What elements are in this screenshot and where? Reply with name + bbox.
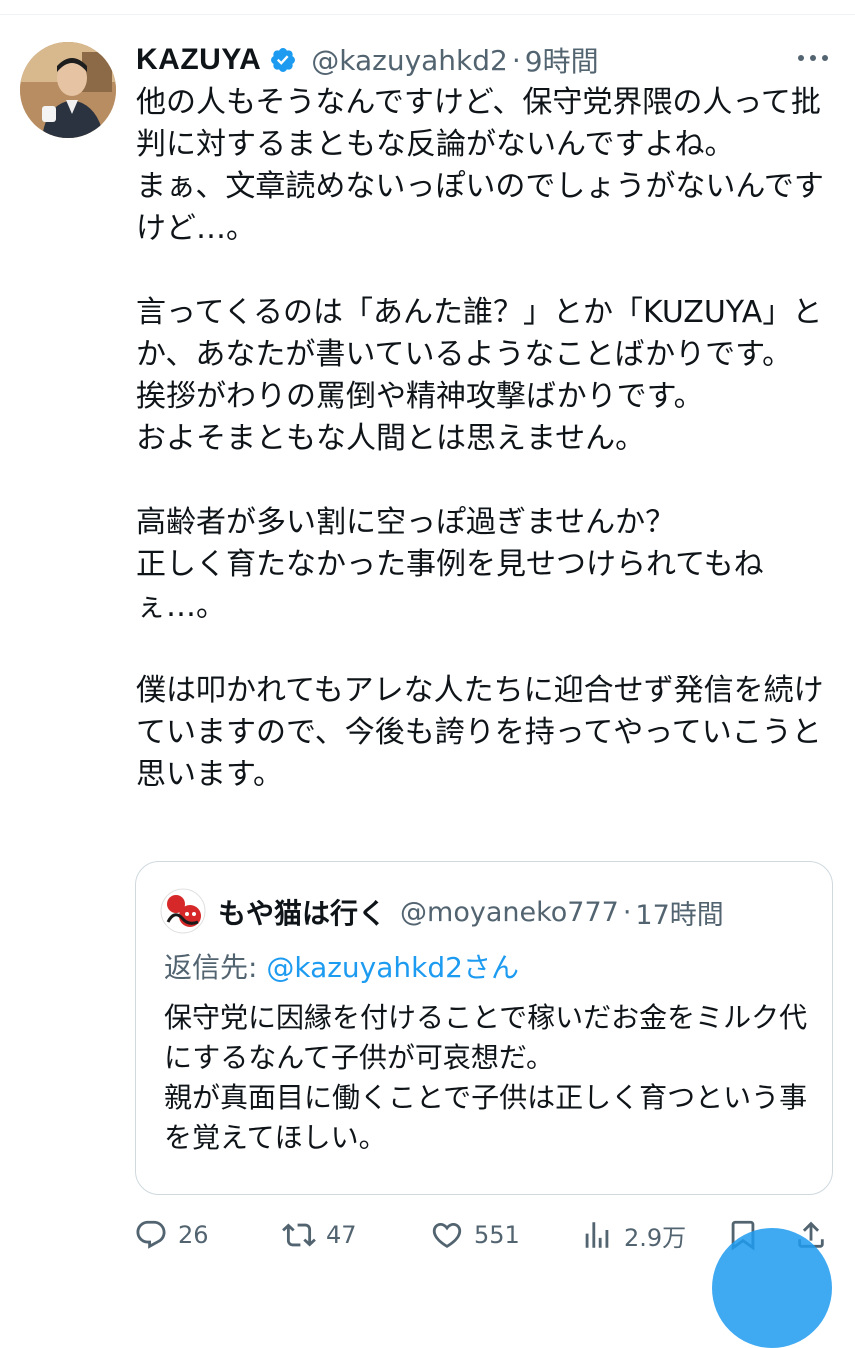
reply-count: 26 [178,1221,209,1249]
quoted-timestamp: 17時間 [635,899,724,931]
quoted-text: 保守党に因縁を付けることで稼いだお金をミルク代にするなんて子供が可哀想だ。 親が… [164,1001,808,1154]
dot-separator: · [622,896,632,928]
verified-badge-icon [271,48,296,72]
quoted-tweet[interactable]: もや猫は行く @moyaneko777 · 17時間 返信先: @kazuyah… [135,861,833,1195]
tweet-header: KAZUYA @kazuyahkd2 · 9時間 [136,40,599,80]
reply-mention-link[interactable]: @kazuyahkd2 [266,951,463,984]
quoted-avatar-logo [160,888,206,934]
tweet-text: 他の人もそうなんですけど、保守党界隈の人って批判に対するまともな反論がないんです… [136,85,824,792]
quoted-author-name: もや猫は行く [218,897,387,930]
reply-to-line: 返信先: @kazuyahkd2さん [164,946,519,986]
views-chart-icon [585,1222,609,1248]
retweet-icon [282,1223,316,1247]
heart-icon [432,1222,462,1248]
more-options-icon[interactable] [793,42,833,74]
quoted-author-handle: @moyaneko777 [400,896,619,928]
author-name[interactable]: KAZUYA [136,43,261,77]
retweet-count: 47 [326,1221,357,1249]
reply-button[interactable]: 26 [134,1213,209,1257]
quoted-header: もや猫は行く @moyaneko777 · 17時間 [218,890,724,934]
avatar-photo [20,42,116,138]
views-button[interactable]: 2.9万 [580,1213,686,1257]
quoted-avatar[interactable] [160,888,206,934]
reply-suffix: さん [462,951,519,984]
reply-icon [136,1220,166,1249]
tweet[interactable]: KAZUYA @kazuyahkd2 · 9時間 他の人もそうなんですけど、保守… [0,0,855,1348]
author-handle[interactable]: @kazuyahkd2 [311,44,508,77]
like-count: 551 [474,1221,520,1249]
views-count: 2.9万 [624,1223,687,1252]
retweet-button[interactable]: 47 [282,1213,357,1257]
reply-to-prefix: 返信先: [164,951,267,984]
like-button[interactable]: 551 [430,1213,520,1257]
compose-fab-button[interactable] [712,1228,832,1348]
avatar[interactable] [20,42,116,138]
dot-separator: · [511,43,521,77]
tweet-timestamp[interactable]: 9時間 [525,40,599,80]
